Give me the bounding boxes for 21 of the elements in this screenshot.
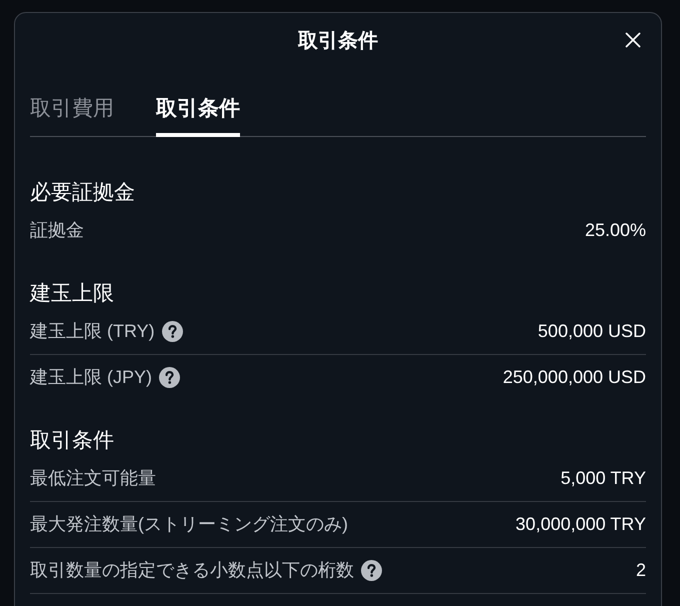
help-icon[interactable] bbox=[361, 560, 382, 580]
section-heading: 取引条件 bbox=[30, 428, 115, 454]
row-label: 証拠金 bbox=[30, 219, 84, 242]
row-value: 25.00% bbox=[584, 219, 646, 242]
section-heading: 必要証拠金 bbox=[30, 180, 136, 206]
section-heading: 建玉上限 bbox=[30, 280, 115, 306]
help-icon[interactable] bbox=[162, 320, 183, 342]
row-label: 建玉上限 (JPY) bbox=[30, 366, 152, 389]
row-value: 2 bbox=[636, 558, 646, 582]
row-label: 取引数量の指定できる小数点以下の桁数 bbox=[30, 558, 354, 582]
dialog-title: 取引条件 bbox=[298, 29, 378, 54]
row-label: 建玉上限 (TRY) bbox=[30, 320, 155, 343]
row-value: 5,000 TRY bbox=[560, 466, 646, 490]
row-label: 最低注文可能量 bbox=[30, 466, 156, 490]
tab[interactable]: 取引条件 bbox=[156, 93, 240, 136]
row-value: 250,000,000 USD bbox=[502, 366, 646, 389]
help-icon[interactable] bbox=[159, 367, 180, 388]
row-label: 最大発注数量(ストリーミング注文のみ) bbox=[30, 512, 348, 536]
row-value: 30,000,000 TRY bbox=[516, 512, 646, 536]
row-value: 500,000 USD bbox=[538, 320, 646, 342]
tab[interactable]: 取引費用 bbox=[30, 93, 114, 136]
